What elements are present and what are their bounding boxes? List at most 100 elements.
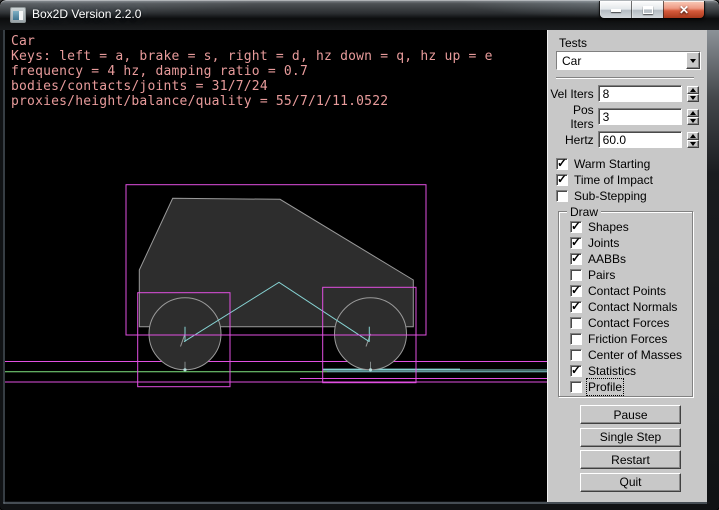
spinner-up-button[interactable] <box>687 86 699 94</box>
maximize-button[interactable] <box>631 1 663 19</box>
arrow-down-icon <box>690 96 696 100</box>
app-icon-pane2 <box>19 11 23 20</box>
caption-buttons: ✕ <box>599 1 705 19</box>
close-button[interactable]: ✕ <box>663 1 704 19</box>
check-mark-icon: ✓ <box>571 283 581 297</box>
checkbox-aabbs[interactable]: ✓ AABBs <box>570 251 682 267</box>
close-icon: ✕ <box>679 4 689 16</box>
checkbox-shapes[interactable]: ✓ Shapes <box>570 219 682 235</box>
tests-dropdown-value: Car <box>557 52 686 69</box>
button-pause[interactable]: Pause <box>580 405 681 424</box>
checkbox-box: ✓ <box>570 285 582 297</box>
simulation-canvas[interactable]: CarKeys: left = a, brake = s, right = d,… <box>5 30 547 501</box>
spinner-buttons <box>687 109 699 125</box>
checkbox-label: Shapes <box>588 220 629 234</box>
checkbox-box: ✓ <box>570 269 582 281</box>
spinner-buttons <box>687 86 699 102</box>
checkbox-label: Sub-Stepping <box>574 189 647 203</box>
spinner-down-button[interactable] <box>687 117 699 125</box>
checkbox-box: ✓ <box>570 333 582 345</box>
check-mark-icon: ✓ <box>571 363 581 377</box>
app-icon[interactable] <box>10 7 26 23</box>
button-single-step[interactable]: Single Step <box>580 428 681 447</box>
spinner-up-button[interactable] <box>687 132 699 140</box>
spinner-buttons <box>687 132 699 148</box>
chevron-down-icon <box>690 59 696 63</box>
right-contact-point <box>369 368 372 371</box>
checkbox-box: ✓ <box>570 381 582 393</box>
app-window: Box2D Version 2.2.0 ✕ <box>0 0 719 510</box>
spinner-hertz: Hertz 60.0 <box>548 131 699 148</box>
arrow-up-icon <box>690 111 696 115</box>
checkbox-label: AABBs <box>588 252 626 266</box>
checkbox-time-of-impact[interactable]: ✓ Time of Impact <box>556 172 653 188</box>
spinner-up-button[interactable] <box>687 109 699 117</box>
checkbox-box: ✓ <box>570 237 582 249</box>
spinner-down-button[interactable] <box>687 94 699 102</box>
checkbox-contact-normals[interactable]: ✓ Contact Normals <box>570 299 682 315</box>
checkbox-center-of-masses[interactable]: ✓ Center of Masses <box>570 347 682 363</box>
checkbox-box: ✓ <box>570 365 582 377</box>
arrow-up-icon <box>690 134 696 138</box>
window-title: Box2D Version 2.2.0 <box>32 0 141 30</box>
checkbox-box: ✓ <box>570 349 582 361</box>
check-mark-icon: ✓ <box>571 219 581 233</box>
checkbox-statistics[interactable]: ✓ Statistics <box>570 363 682 379</box>
check-mark-icon: ✓ <box>557 156 567 170</box>
control-panel: Tests Car Vel Iters 8 Pos Iters 3 Hertz … <box>547 30 707 502</box>
spinner-label: Vel Iters <box>548 87 594 101</box>
check-mark-icon: ✓ <box>571 251 581 265</box>
tests-dropdown[interactable]: Car <box>556 51 701 70</box>
checkbox-box: ✓ <box>556 174 568 186</box>
title-bar[interactable]: Box2D Version 2.2.0 ✕ <box>0 0 719 30</box>
checkbox-box: ✓ <box>556 190 568 202</box>
separator <box>556 77 694 79</box>
checkbox-label: Friction Forces <box>588 332 667 346</box>
checkbox-contact-points[interactable]: ✓ Contact Points <box>570 283 682 299</box>
arrow-up-icon <box>690 88 696 92</box>
spinner-vel-iters: Vel Iters 8 <box>548 85 699 102</box>
button-quit[interactable]: Quit <box>580 473 681 492</box>
checkbox-label: Statistics <box>588 364 636 378</box>
check-mark-icon: ✓ <box>571 235 581 249</box>
spinner-rows: Vel Iters 8 Pos Iters 3 Hertz 60.0 <box>548 85 699 154</box>
checkbox-pairs[interactable]: ✓ Pairs <box>570 267 682 283</box>
draw-option-checkboxes: ✓ Shapes ✓ Joints ✓ AABBs ✓ Pairs ✓ Cont… <box>570 219 682 395</box>
checkbox-label: Contact Forces <box>588 316 669 330</box>
spinner-value-field[interactable]: 3 <box>598 108 682 125</box>
draw-group-title: Draw <box>567 205 601 219</box>
spinner-value-field[interactable]: 8 <box>598 85 682 102</box>
window-frame-edge-bottom <box>3 502 710 504</box>
spinner-label: Pos Iters <box>548 103 594 131</box>
checkbox-label: Contact Normals <box>588 300 677 314</box>
checkbox-joints[interactable]: ✓ Joints <box>570 235 682 251</box>
window-frame-right <box>707 30 719 510</box>
checkbox-box: ✓ <box>570 221 582 233</box>
left-contact-point <box>183 368 186 371</box>
button-restart[interactable]: Restart <box>580 450 681 469</box>
stats-text: CarKeys: left = a, brake = s, right = d,… <box>11 34 493 109</box>
minimize-button[interactable] <box>600 1 631 19</box>
checkbox-box: ✓ <box>556 158 568 170</box>
spinner-down-button[interactable] <box>687 140 699 148</box>
checkbox-friction-forces[interactable]: ✓ Friction Forces <box>570 331 682 347</box>
minimize-icon <box>611 9 621 12</box>
arrow-down-icon <box>690 119 696 123</box>
checkbox-profile[interactable]: ✓ Profile <box>570 379 682 395</box>
spinner-value-field[interactable]: 60.0 <box>598 131 682 148</box>
check-mark-icon: ✓ <box>557 172 567 186</box>
checkbox-warm-starting[interactable]: ✓ Warm Starting <box>556 156 653 172</box>
checkbox-contact-forces[interactable]: ✓ Contact Forces <box>570 315 682 331</box>
checkbox-label: Time of Impact <box>574 173 653 187</box>
check-mark-icon: ✓ <box>571 299 581 313</box>
checkbox-sub-stepping[interactable]: ✓ Sub-Stepping <box>556 188 653 204</box>
checkbox-label: Profile <box>588 380 622 394</box>
tests-dropdown-button[interactable] <box>686 52 700 69</box>
arrow-down-icon <box>690 142 696 146</box>
checkbox-label: Joints <box>588 236 619 250</box>
draw-group-box: Draw ✓ Shapes ✓ Joints ✓ AABBs ✓ Pairs ✓… <box>558 211 693 397</box>
spinner-pos-iters: Pos Iters 3 <box>548 108 699 125</box>
sim-option-checkboxes: ✓ Warm Starting ✓ Time of Impact ✓ Sub-S… <box>556 156 653 204</box>
window-frame-edge <box>3 30 5 504</box>
checkbox-label: Contact Points <box>588 284 666 298</box>
